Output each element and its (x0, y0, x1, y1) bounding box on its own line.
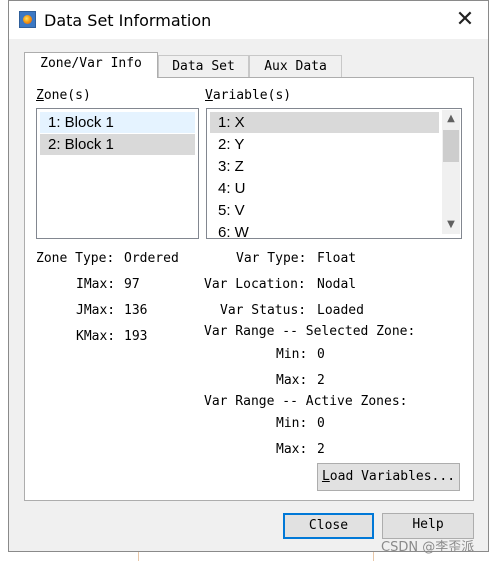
zones-label: Zone(s) (36, 88, 91, 103)
tab-label: Zone/Var Info (40, 56, 142, 71)
var-status-label: Var Status: (220, 303, 307, 318)
kmax-value: 193 (124, 329, 148, 344)
tab-data-set[interactable]: Data Set (158, 55, 249, 77)
load-variables-label: Load Variables... (321, 469, 456, 484)
var-type-value: Float (317, 251, 357, 266)
variables-label: Variable(s) (205, 88, 292, 103)
list-item[interactable]: 5: V (210, 200, 439, 221)
kmax-label: KMax: (76, 329, 116, 344)
list-item[interactable]: 3: Z (210, 156, 439, 177)
list-item[interactable]: 1: X (210, 112, 439, 133)
close-button[interactable]: Close (283, 513, 374, 539)
chevron-up-icon[interactable]: ▲ (442, 110, 460, 128)
active-max-label: Max: (276, 442, 308, 457)
selected-min-value: 0 (317, 347, 325, 362)
close-icon[interactable]: ✕ (451, 7, 479, 33)
active-max-value: 2 (317, 442, 325, 457)
variables-scrollbar[interactable]: ▲ ▼ (442, 110, 460, 234)
tab-label: Data Set (172, 59, 235, 74)
var-location-label: Var Location: (204, 277, 306, 292)
chevron-down-icon[interactable]: ▼ (442, 216, 460, 234)
selected-max-label: Max: (276, 373, 308, 388)
list-item[interactable]: 6: W (210, 222, 439, 238)
list-item[interactable]: 4: U (210, 178, 439, 199)
variables-listbox[interactable]: 1: X 2: Y 3: Z 4: U 5: V 6: W ▲ ▼ (206, 108, 462, 239)
list-item[interactable]: 2: Block 1 (40, 134, 195, 155)
selected-zone-range-label: Var Range -- Selected Zone: (204, 324, 416, 339)
tecplot-app-icon (19, 11, 36, 28)
jmax-value: 136 (124, 303, 148, 318)
active-min-value: 0 (317, 416, 325, 431)
var-type-label: Var Type: (236, 251, 307, 266)
data-set-information-dialog: Data Set Information ✕ Zone/Var Info Dat… (8, 0, 489, 552)
window-title: Data Set Information (44, 11, 212, 30)
help-button-label: Help (412, 517, 444, 532)
var-status-value: Loaded (317, 303, 364, 318)
background-divider (138, 552, 139, 561)
selected-min-label: Min: (276, 347, 308, 362)
selected-max-value: 2 (317, 373, 325, 388)
zone-var-info-panel: Zone(s) 1: Block 1 2: Block 1 Variable(s… (24, 77, 474, 501)
imax-value: 97 (124, 277, 140, 292)
tab-zone-var-info[interactable]: Zone/Var Info (24, 52, 158, 78)
imax-label: IMax: (76, 277, 116, 292)
list-item[interactable]: 1: Block 1 (40, 112, 195, 133)
active-zones-range-label: Var Range -- Active Zones: (204, 394, 408, 409)
zone-type-value: Ordered (124, 251, 179, 266)
background-divider (373, 552, 374, 561)
close-button-label: Close (308, 518, 349, 533)
scrollbar-thumb[interactable] (443, 130, 459, 162)
watermark: CSDN @李歪派 (381, 540, 475, 555)
list-item[interactable]: 2: Y (210, 134, 439, 155)
zone-type-label: Zone Type: (36, 251, 115, 266)
zones-listbox[interactable]: 1: Block 1 2: Block 1 (36, 108, 199, 239)
load-variables-button[interactable]: Load Variables... (317, 463, 460, 491)
active-min-label: Min: (276, 416, 308, 431)
tab-label: Aux Data (264, 59, 327, 74)
title-bar: Data Set Information ✕ (9, 1, 488, 39)
jmax-label: JMax: (76, 303, 116, 318)
tab-aux-data[interactable]: Aux Data (249, 55, 342, 77)
var-location-value: Nodal (317, 277, 357, 292)
